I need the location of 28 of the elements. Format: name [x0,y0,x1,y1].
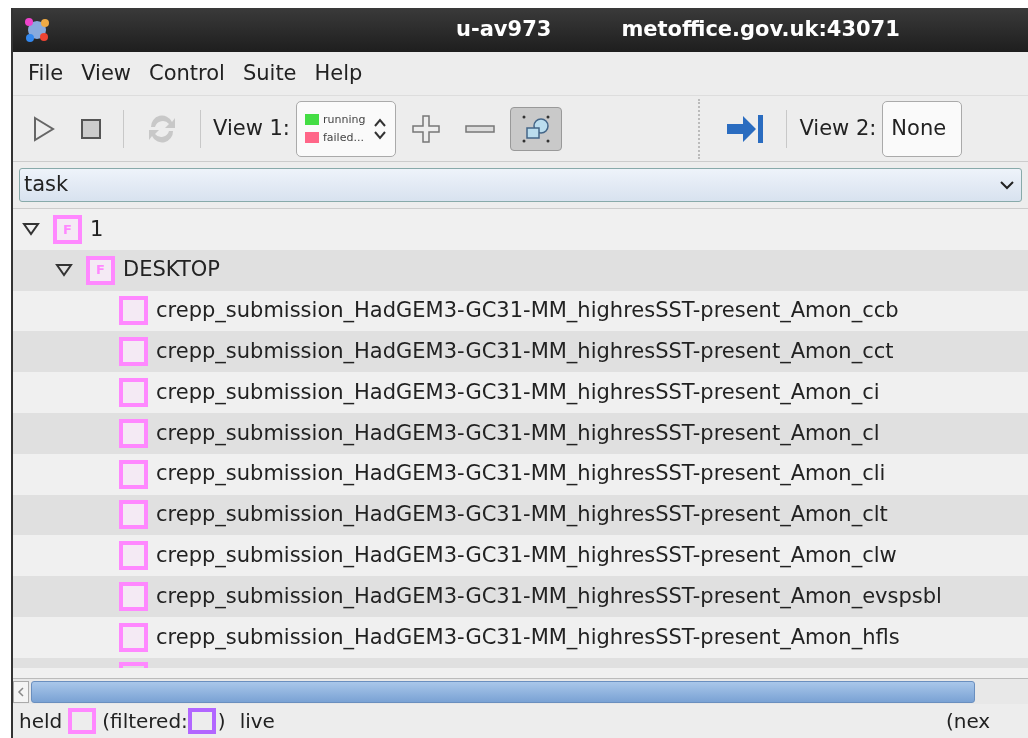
menu-item[interactable]: Suite [233,57,306,90]
task-filter-dropdown[interactable]: task [19,168,1022,202]
window-title: u-av973 [456,16,552,44]
filtered-label-end: ) [217,708,226,735]
legend-label: running [322,111,366,128]
live-label: live [239,708,275,735]
view2-combo[interactable]: None [882,100,963,157]
tree-node-label[interactable]: DESKTOP [123,254,220,286]
tree-node-label[interactable]: crepp_submission_HadGEM3-GC31-MM_highresSST-present_Amon_cli [156,458,886,490]
family-status-icon: F [53,214,82,244]
tree-node-label[interactable]: crepp_submission_HadGEM3-GC31-MM_highresSST-present_Amon_clw [156,540,897,572]
legend-label: failed... [322,129,364,146]
menu-item[interactable]: File [19,57,73,90]
family-status-icon: F [86,255,115,285]
view1-label: View 1: [213,114,290,142]
held-label: held [19,708,63,735]
view2-label: View 2: [799,114,877,142]
window-host: metoffice.gov.uk:43071 [621,16,900,44]
next-label: (nex [945,708,991,735]
tree-node-label[interactable]: crepp_submission_HadGEM3-GC31-MM_highresSST-present_Amon_ci [156,376,880,409]
tree-node-label[interactable]: 1 [90,213,104,246]
filtered-label: (filtered: [102,708,188,735]
tree-node-label[interactable]: crepp_submission_HadGEM3-GC31-MM_highresSST-present_Amon_hfls [156,621,900,654]
view1-combo[interactable]: running failed... [295,100,397,157]
menu-item[interactable]: Control [140,57,234,90]
tree-node-label[interactable]: crepp_submission_HadGEM3-GC31-MM_highresSST-present_Amon_ccb [156,295,899,327]
menu-item[interactable]: Help [305,57,372,90]
menu-item[interactable]: View [72,57,140,90]
